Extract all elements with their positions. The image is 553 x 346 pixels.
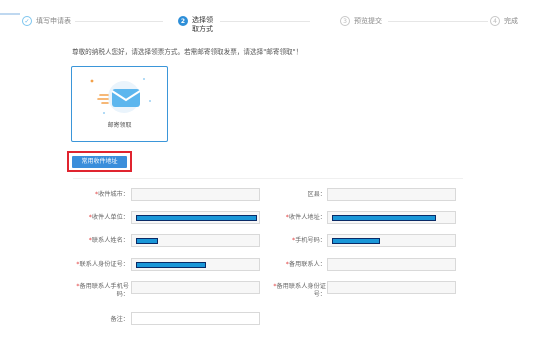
backup-id-input[interactable]: [327, 281, 456, 294]
backup-phone-input[interactable]: [131, 281, 260, 294]
redaction-bar: [136, 262, 206, 268]
mail-pickup-label: 邮寄领取: [107, 122, 132, 129]
phone-input[interactable]: [327, 234, 456, 247]
redaction-bar: [332, 238, 380, 244]
step-3-label: 预览提交: [354, 17, 382, 25]
mail-pickup-card[interactable]: 邮寄领取: [71, 66, 168, 142]
redaction-bar: [332, 215, 436, 221]
check-icon: ✓: [22, 16, 32, 26]
notice-text: 尊敬的纳税人您好，请选择领票方式。若需邮寄领取发票，请选择"邮寄领取"！: [72, 48, 303, 56]
city-label: *收件城市：: [94, 191, 129, 198]
step-divider: [388, 21, 488, 22]
step-2: 2 选择领取方式: [178, 16, 214, 34]
top-strip: [0, 0, 553, 15]
phone-label: *手机号码：: [291, 237, 326, 244]
step-4-label: 完成: [504, 17, 518, 25]
step-3: 3 预览提交: [340, 16, 382, 26]
backup-id-label: *备用联系人身份证 号：: [273, 283, 326, 298]
unit-input[interactable]: [131, 211, 260, 224]
remark-label: 备注：: [110, 316, 129, 323]
step-1-label: 填写申请表: [36, 17, 71, 25]
common-address-button[interactable]: 常用收件地址: [72, 156, 127, 168]
address-label: *收件人地址：: [285, 214, 326, 221]
id-number-input[interactable]: [131, 258, 260, 271]
backup-phone-label: *备用联系人手机号 码：: [76, 283, 129, 298]
city-select[interactable]: [131, 188, 260, 201]
district-label: 区县：: [307, 191, 326, 198]
envelope-icon: [90, 78, 151, 114]
step-3-number: 3: [340, 16, 350, 26]
step-4: 4 完成: [490, 16, 518, 26]
redaction-bar: [136, 238, 158, 244]
district-select[interactable]: [327, 188, 456, 201]
remark-input[interactable]: [131, 312, 260, 325]
step-1: ✓ 填写申请表: [22, 16, 71, 26]
backup-contact-label: *备用联系人：: [285, 261, 326, 268]
address-button-highlight: 常用收件地址: [67, 151, 132, 172]
address-input[interactable]: [327, 211, 456, 224]
step-divider: [220, 21, 310, 22]
step-4-number: 4: [490, 16, 500, 26]
contact-name-input[interactable]: [131, 234, 260, 247]
step-2-label: 选择领取方式: [192, 16, 213, 33]
redaction-bar: [136, 215, 257, 221]
step-2-number: 2: [178, 16, 188, 26]
unit-label: *收件人单位：: [88, 214, 129, 221]
id-number-label: *联系人身份证号：: [76, 261, 129, 268]
step-divider: [75, 21, 163, 22]
backup-contact-input[interactable]: [327, 258, 456, 271]
contact-name-label: *联系人姓名：: [88, 237, 129, 244]
